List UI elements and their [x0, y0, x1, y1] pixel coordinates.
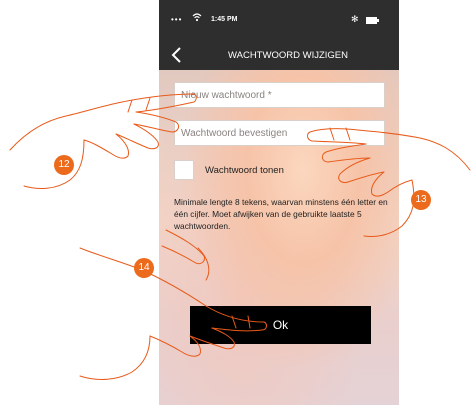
bluetooth-icon: ✻ [351, 14, 359, 24]
header-bar: WACHTWOORD WIJZIGEN [159, 40, 399, 70]
signal-dots: ••• [171, 15, 183, 24]
ok-button[interactable]: Ok [190, 306, 371, 344]
new-password-input[interactable] [174, 82, 385, 108]
step-badge-12: 12 [54, 155, 74, 175]
step-badge-14: 14 [134, 258, 154, 278]
confirm-password-input[interactable] [174, 120, 385, 146]
wifi-icon [192, 13, 202, 22]
show-password-checkbox[interactable] [174, 160, 194, 180]
password-requirements-text: Minimale lengte 8 tekens, waarvan minste… [174, 197, 388, 231]
instruction-illustration: ••• 1:45 PM ✻ WACHTWOORD WIJZIGEN Wachtw… [0, 0, 476, 405]
status-time: 1:45 PM [211, 16, 238, 23]
battery-icon [366, 17, 379, 24]
step-badge-13: 13 [411, 190, 431, 210]
show-password-label: Wachtwoord tonen [205, 165, 284, 176]
page-title: WACHTWOORD WIJZIGEN [228, 50, 348, 61]
phone-screen: ••• 1:45 PM ✻ WACHTWOORD WIJZIGEN Wachtw… [159, 0, 399, 405]
status-bar: ••• 1:45 PM ✻ [159, 0, 399, 40]
